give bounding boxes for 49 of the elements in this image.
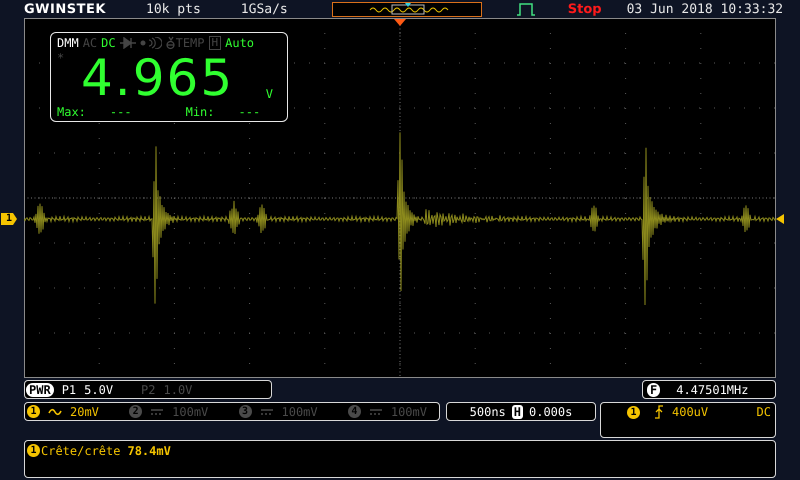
date-time: 03 Jun 2018 10:33:32 (626, 2, 784, 16)
channel-marker[interactable]: 1 (1, 213, 17, 225)
dmm-mode[interactable]: DC (101, 36, 116, 50)
dmm-mode[interactable]: TEMP (176, 36, 204, 50)
dmm-reading: 4.965 (81, 53, 234, 103)
horizontal-position: 0.000s (529, 404, 572, 418)
relative-indicator: * (57, 50, 66, 65)
probe-label: P2 (141, 382, 156, 396)
measurement-source: 1 (27, 444, 40, 457)
memory-overview-icon (332, 2, 482, 16)
dmm-mode[interactable]: AC (82, 36, 98, 50)
trigger-source: 1 (627, 406, 640, 419)
square-wave-icon (516, 2, 536, 16)
horizontal-badge: H (512, 404, 523, 418)
thermocouple-icon[interactable] (166, 36, 175, 50)
min-value: --- (238, 105, 260, 119)
brand-logo: GWINSTEK (24, 2, 107, 16)
min-label: Min: (186, 105, 214, 119)
hold-indicator[interactable]: H (208, 36, 222, 50)
sample-rate: 1GSa/s (240, 2, 288, 16)
channel-number[interactable]: 4 (348, 405, 361, 418)
measurement-value: 78.4mV (127, 444, 171, 458)
run-state: Stop (568, 2, 602, 16)
probe-value: 5.0V (84, 382, 114, 396)
channel-number[interactable]: 2 (129, 405, 142, 418)
diode-icon[interactable] (120, 36, 136, 49)
channel-number[interactable]: 1 (27, 405, 40, 418)
time-scale: 500ns (470, 404, 506, 418)
max-value: --- (110, 105, 132, 119)
frequency-value: 4.47501MHz (676, 382, 748, 396)
trigger-coupling: DC (756, 405, 771, 419)
probe-label: P1 (62, 382, 76, 396)
measurement-label: Crête/crête (41, 444, 120, 458)
dmm-unit: V (266, 87, 273, 101)
dmm-title: DMM (57, 36, 79, 50)
channel-number[interactable]: 3 (238, 405, 252, 418)
channel-scale: 20mV (70, 404, 99, 418)
trigger-level: 400uV (672, 405, 708, 419)
channel-scale: 100mV (390, 404, 427, 418)
probe-value: 1.0V (164, 382, 192, 396)
channel-scale: 100mV (282, 404, 318, 418)
continuity-icon[interactable] (140, 36, 162, 49)
frequency-badge: F (647, 382, 660, 396)
max-label: Max: (57, 105, 86, 119)
channel-scale: 100mV (172, 404, 208, 418)
power-badge: PWR (26, 382, 54, 396)
range-label: Auto (225, 36, 254, 50)
record-length: 10k pts (146, 2, 201, 16)
trigger-position-marker[interactable] (394, 19, 406, 26)
